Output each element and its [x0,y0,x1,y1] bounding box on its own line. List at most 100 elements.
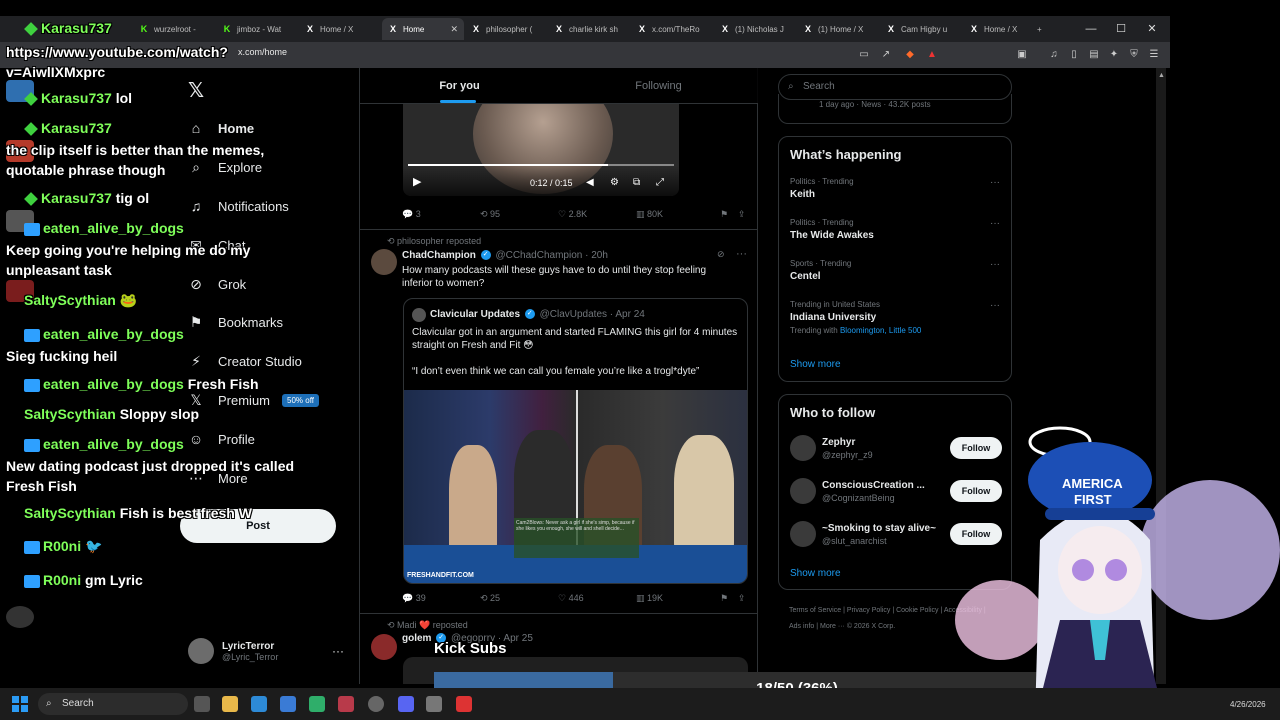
obs-taskbar-icon[interactable] [368,696,384,712]
menu-icon[interactable]: ☰ [1148,49,1160,61]
chat-text: Sloppy slop [119,406,200,422]
trend-links[interactable]: Bloomington, Little 500 [840,326,921,335]
browser-tab[interactable]: X Home ✕ [382,18,464,40]
author-name[interactable]: golem [402,633,431,644]
vpn-icon[interactable]: ⛨ [1128,49,1140,61]
trend-name: Keith [790,189,815,200]
app-icon[interactable] [338,696,354,712]
bookmark-icon[interactable]: ⚑ [720,209,728,220]
trend-item[interactable]: Politics · Trending The Wide Awakes ··· [790,218,1000,241]
repost-button[interactable]: ⟲ 95 [480,209,500,220]
brave-taskbar-icon[interactable] [456,696,472,712]
browser-tab[interactable]: X Cam Higby u [880,18,962,40]
pip-icon[interactable]: ⧉ [633,177,640,188]
volume-icon[interactable]: ◀ [586,177,594,188]
edge-taskbar-icon[interactable] [251,696,267,712]
trend-item[interactable]: Sports · Trending Centel ··· [790,259,1000,282]
browser-tab[interactable]: Xcharlie kirk sh [548,18,630,40]
more-icon[interactable]: ··· [990,259,1000,270]
chat-username: eaten_alive_by_dogs [43,376,184,392]
more-icon[interactable]: ··· [990,177,1000,188]
store-icon[interactable] [280,696,296,712]
more-icon[interactable]: ··· [990,218,1000,229]
sub-badge-icon [24,22,38,37]
repost-button[interactable]: ⟲ 25 [480,593,500,604]
taskbar-search[interactable]: ⌕ Search [38,693,188,715]
wing [1140,480,1280,620]
tab-following[interactable]: Following [559,68,758,103]
panel-icon[interactable]: ▯ [1068,49,1080,61]
screen-icon[interactable]: ▭ [858,49,870,61]
show-more-link[interactable]: Show more [790,359,841,370]
tab-label: philosopher ( [486,24,533,34]
extensions-icon[interactable]: ✦ [1108,49,1120,61]
rewards-icon[interactable]: ▲ [926,49,938,61]
more-icon[interactable]: ··· [990,300,1000,311]
reply-button[interactable]: 💬 39 [402,593,426,604]
author-name[interactable]: ChadChampion [402,250,476,261]
share-icon[interactable]: ↗ [880,49,892,61]
obs-studio-icon[interactable] [6,606,34,628]
maximize-button[interactable]: ☐ [1106,16,1136,42]
avatar[interactable] [371,634,397,660]
share-icon[interactable]: ⇪ [738,593,746,604]
avatar [790,478,816,504]
discord-icon[interactable] [398,696,414,712]
new-tab-button[interactable]: + [1031,18,1051,40]
views-button[interactable]: ▥ 19K [636,593,663,604]
app-icon[interactable] [426,696,442,712]
sub-badge-icon [24,92,38,107]
account-switcher[interactable]: LyricTerror @Lyric_Terror [188,638,278,664]
show-more-link[interactable]: Show more [790,568,841,579]
more-icon[interactable]: ··· [736,248,747,260]
suggestion-handle: @zephyr_z9 [822,450,873,460]
file-explorer-icon[interactable] [222,696,238,712]
sub-badge-icon [24,574,40,588]
more-icon[interactable]: ··· [332,644,344,658]
close-window-button[interactable]: ✕ [1137,16,1167,42]
share-icon[interactable]: ⇪ [738,209,746,220]
avatar [790,521,816,547]
taskbar-date: 4/26/2026 [1230,700,1266,709]
search-input[interactable]: ⌕ Search [778,74,1012,100]
video-player[interactable]: ▶ 0:12 / 0:15 ◀ ⚙ ⧉ ⤢ [403,104,679,196]
brave-shield-icon[interactable]: ◆ [904,49,916,61]
bookmark-icon[interactable]: ⚑ [720,593,728,604]
x-icon: X [638,24,645,34]
browser-tab[interactable]: X (1) Nicholas J [714,18,796,40]
browser-tab[interactable]: Xphilosopher ( [465,18,547,40]
quote-tweet[interactable]: Clavicular Updates ✓ @ClavUpdates · Apr … [403,298,748,584]
timeline: For you Following ▶ 0:12 / 0:15 ◀ ⚙ ⧉ ⤢ … [359,68,758,684]
like-button[interactable]: ♡ 446 [558,593,584,604]
wallet-icon[interactable]: ▤ [1088,49,1100,61]
app-icon[interactable] [309,696,325,712]
like-button[interactable]: ♡ 2.8K [558,209,587,220]
browser-tab[interactable]: Xx.com/TheRo [631,18,713,40]
views-button[interactable]: ▥ 80K [636,209,663,220]
browser-tab[interactable]: X Home / X [299,18,381,40]
tab-label: Home / X [984,24,1018,34]
reply-button[interactable]: 💬 3 [402,209,421,220]
settings-icon[interactable]: ⚙ [610,177,619,188]
avatar[interactable] [371,249,397,275]
close-tab-icon[interactable]: ✕ [450,24,458,35]
task-view-icon[interactable] [194,696,210,712]
quote-video[interactable]: Cam2Blows: Never ask a girl if she's sim… [404,390,747,583]
trend-item[interactable]: Trending in United States Indiana Univers… [790,300,1000,335]
sidebar-icon[interactable]: ▣ [1016,49,1028,61]
tab-label: charlie kirk sh [569,24,618,34]
avatar [188,638,214,664]
suggestion-name: Zephyr [822,437,856,448]
trend-meta: Sports · Trending [790,259,852,268]
grok-icon[interactable]: ⊘ [717,249,725,260]
kick-subs-label: Kick Subs [434,640,507,657]
media-icon[interactable]: ♫ [1048,49,1060,61]
tab-for-you[interactable]: For you [360,68,559,103]
video-progress[interactable] [408,164,674,166]
minimize-button[interactable]: — [1076,16,1106,42]
trend-item[interactable]: Politics · Trending Keith ··· [790,177,1000,200]
fullscreen-icon[interactable]: ⤢ [656,177,664,188]
browser-tab[interactable]: X (1) Home / X [797,18,879,40]
play-icon[interactable]: ▶ [413,175,421,188]
windows-start-icon[interactable] [12,696,28,712]
